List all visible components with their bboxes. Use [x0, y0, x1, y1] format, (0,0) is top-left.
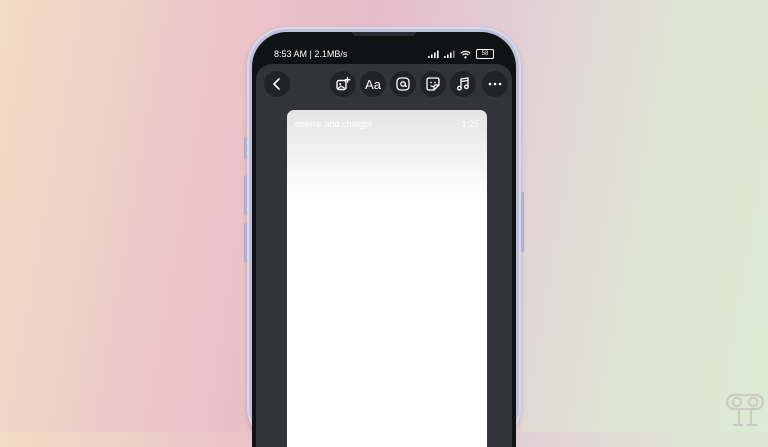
story-preview-card[interactable]: openai and chatgpt 1:25 [287, 110, 487, 447]
wifi-icon [460, 50, 471, 58]
text-button-label: Aa [365, 76, 381, 92]
site-logo-icon [725, 393, 765, 427]
chevron-left-icon [273, 78, 280, 90]
media-overlay-button[interactable] [330, 71, 356, 97]
sticker-icon [426, 77, 440, 91]
editor-toolbar: Aa [264, 71, 508, 101]
image-plus-icon [336, 76, 351, 91]
battery-level: 58 [481, 51, 489, 57]
status-bar: 8:53 AM | 2.1MB/s 58 [252, 46, 516, 62]
sticker-button[interactable] [420, 71, 446, 97]
phone-screen: 8:53 AM | 2.1MB/s 58 Aa openai and chatg… [252, 32, 516, 447]
story-caption: openai and chatgpt [295, 119, 372, 129]
story-editor-panel: Aa openai and chatgpt 1:25 [256, 64, 512, 447]
story-duration: 1:25 [461, 119, 479, 129]
mention-button[interactable] [390, 71, 416, 97]
signal-icon [428, 50, 439, 58]
story-card-header: openai and chatgpt 1:25 [295, 119, 479, 129]
phone-side-button [521, 192, 524, 252]
signal-icon [444, 50, 455, 58]
phone-side-button [244, 175, 247, 215]
phone-frame: 8:53 AM | 2.1MB/s 58 Aa openai and chatg… [244, 27, 524, 447]
more-horizontal-icon [488, 82, 502, 86]
more-button[interactable] [482, 71, 508, 97]
speaker-notch [352, 32, 416, 36]
phone-side-button [244, 137, 247, 159]
text-button[interactable]: Aa [360, 71, 386, 97]
status-icons: 58 [428, 49, 494, 59]
at-icon [396, 77, 410, 91]
status-time-speed: 8:53 AM | 2.1MB/s [274, 49, 348, 59]
music-button[interactable] [450, 71, 476, 97]
battery-icon: 58 [476, 49, 494, 59]
phone-side-button [244, 223, 247, 263]
back-button[interactable] [264, 71, 290, 97]
music-note-icon [456, 77, 469, 91]
